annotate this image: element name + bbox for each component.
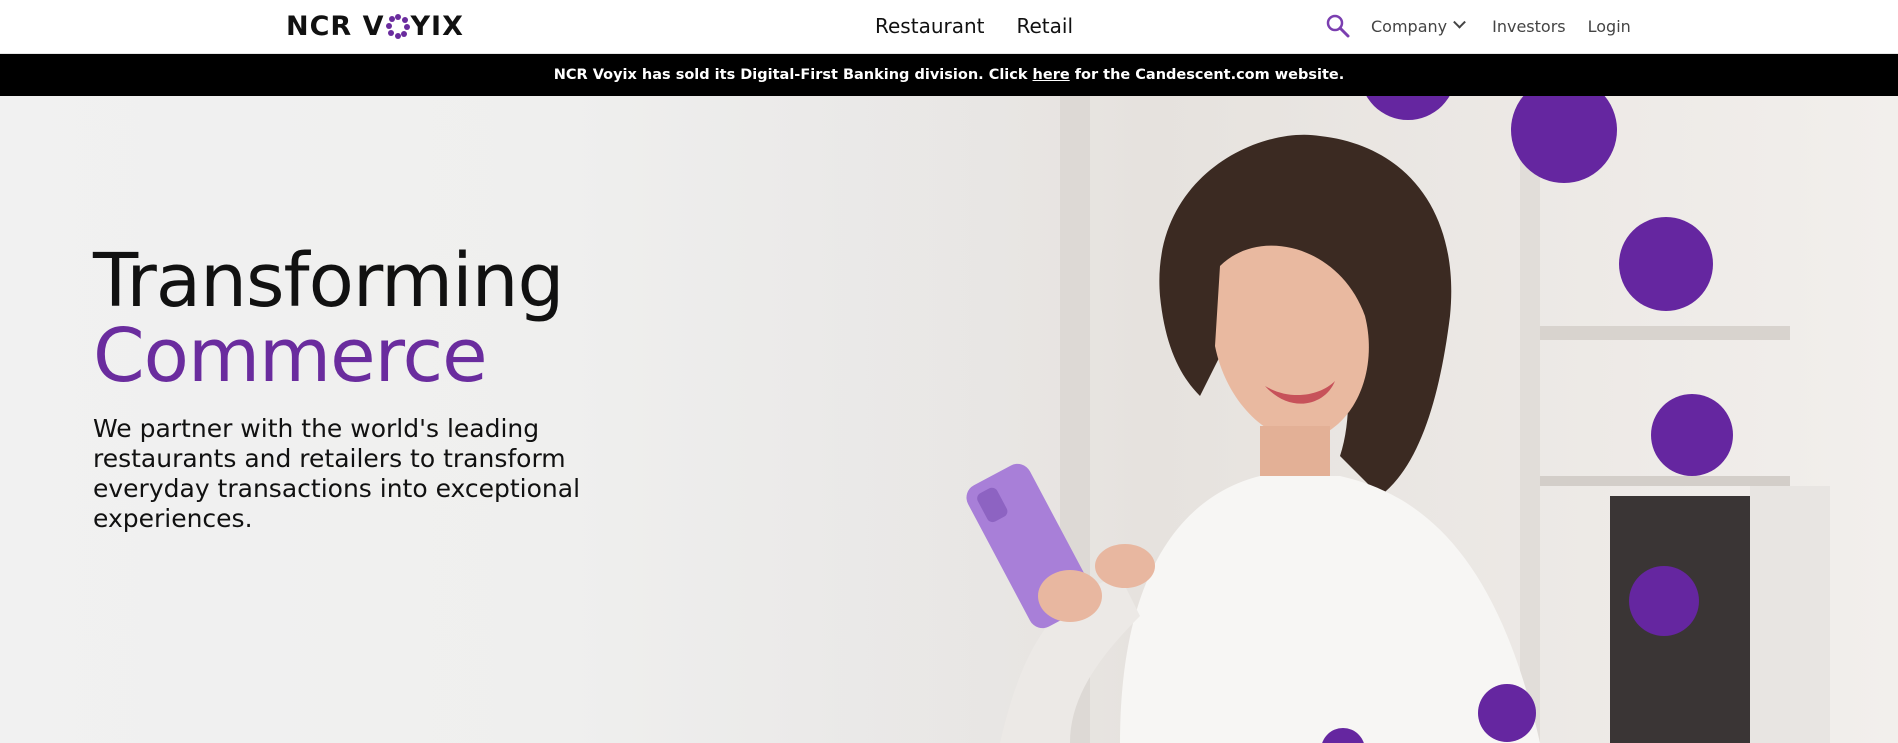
company-menu[interactable]: Company xyxy=(1371,15,1466,36)
site-header: NCR V YIX Restaurant Retail Company Inve… xyxy=(0,0,1898,54)
banner-text-after: for the Candescent.com website. xyxy=(1074,67,1345,83)
utility-nav: Company Investors Login xyxy=(1325,12,1631,40)
logo-dots-icon xyxy=(385,14,410,39)
logo-text-right: YIX xyxy=(410,10,464,42)
banner-text-before: NCR Voyix has sold its Digital-First Ban… xyxy=(553,67,1028,83)
banner-here-link[interactable]: here xyxy=(1033,67,1070,83)
nav-restaurant[interactable]: Restaurant xyxy=(875,12,985,40)
hero-title-line2: Commerce xyxy=(93,313,488,399)
hero-image xyxy=(820,96,1898,743)
announcement-banner: NCR Voyix has sold its Digital-First Ban… xyxy=(0,54,1898,96)
investors-link[interactable]: Investors xyxy=(1492,17,1565,36)
search-icon[interactable] xyxy=(1325,13,1351,39)
ncr-voyix-logo[interactable]: NCR V YIX xyxy=(286,10,464,42)
company-label: Company xyxy=(1371,16,1448,36)
logo-text-left: NCR V xyxy=(286,10,385,42)
hero-subtitle: We partner with the world's leading rest… xyxy=(93,414,581,533)
chevron-down-icon xyxy=(1453,15,1466,29)
nav-retail[interactable]: Retail xyxy=(1017,12,1074,40)
primary-nav: Restaurant Retail xyxy=(875,12,1073,40)
login-link[interactable]: Login xyxy=(1588,17,1631,36)
hero-title-line1: Transforming xyxy=(93,238,565,324)
hero-section: Transforming Commerce We partner with th… xyxy=(0,96,1898,743)
